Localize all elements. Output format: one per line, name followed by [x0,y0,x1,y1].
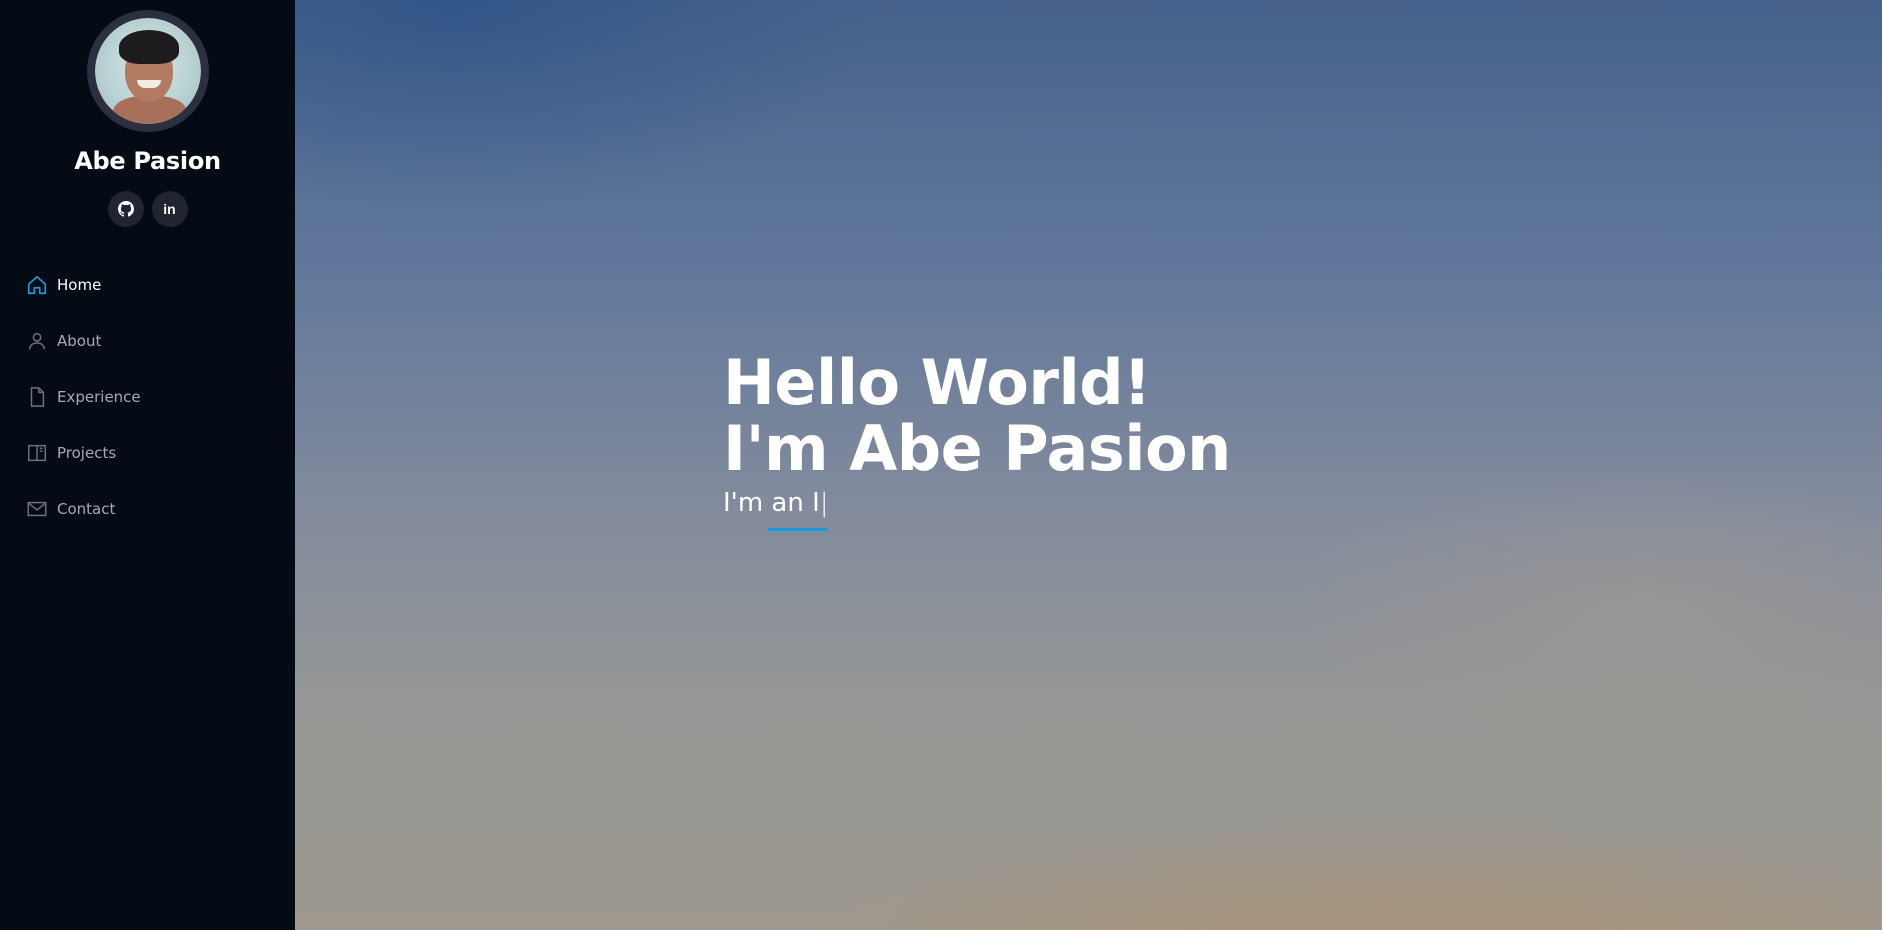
profile: Abe Pasion in [0,0,295,227]
typed-text-value: I'm an I [723,488,820,518]
hero-content: Hello World! I'm Abe Pasion I'm an I| [723,350,1231,531]
nav-item-projects[interactable]: Projects [26,425,295,481]
sidebar: Abe Pasion in Home About Experience Proj… [0,0,295,930]
linkedin-icon: in [163,201,176,217]
person-icon [28,332,46,350]
home-icon [27,275,47,295]
avatar [86,10,209,132]
typed-text: I'm an I| [723,488,1231,531]
file-icon [30,387,45,407]
nav-item-contact[interactable]: Contact [26,481,295,537]
hero-section: Hello World! I'm Abe Pasion I'm an I| [295,0,1882,930]
profile-name: Abe Pasion [74,147,221,175]
main-nav: Home About Experience Projects Contact [0,257,295,537]
envelope-icon [27,501,47,517]
nav-label-about: About [57,332,102,350]
github-icon [117,201,134,217]
typed-cursor: | [819,488,829,518]
social-links: in [0,191,295,227]
hero-line-2: I'm Abe Pasion [723,412,1231,485]
hero-line-1: Hello World! [723,346,1151,419]
nav-label-experience: Experience [57,388,141,406]
nav-label-contact: Contact [57,500,116,518]
nav-label-home: Home [57,276,102,294]
nav-item-experience[interactable]: Experience [26,369,295,425]
book-icon [28,444,46,462]
nav-item-about[interactable]: About [26,313,295,369]
nav-item-home[interactable]: Home [26,257,295,313]
nav-label-projects: Projects [57,444,117,462]
typed-underline [768,528,828,531]
github-link[interactable] [107,191,144,227]
hero-heading: Hello World! I'm Abe Pasion [723,350,1231,482]
linkedin-link[interactable]: in [151,191,188,227]
